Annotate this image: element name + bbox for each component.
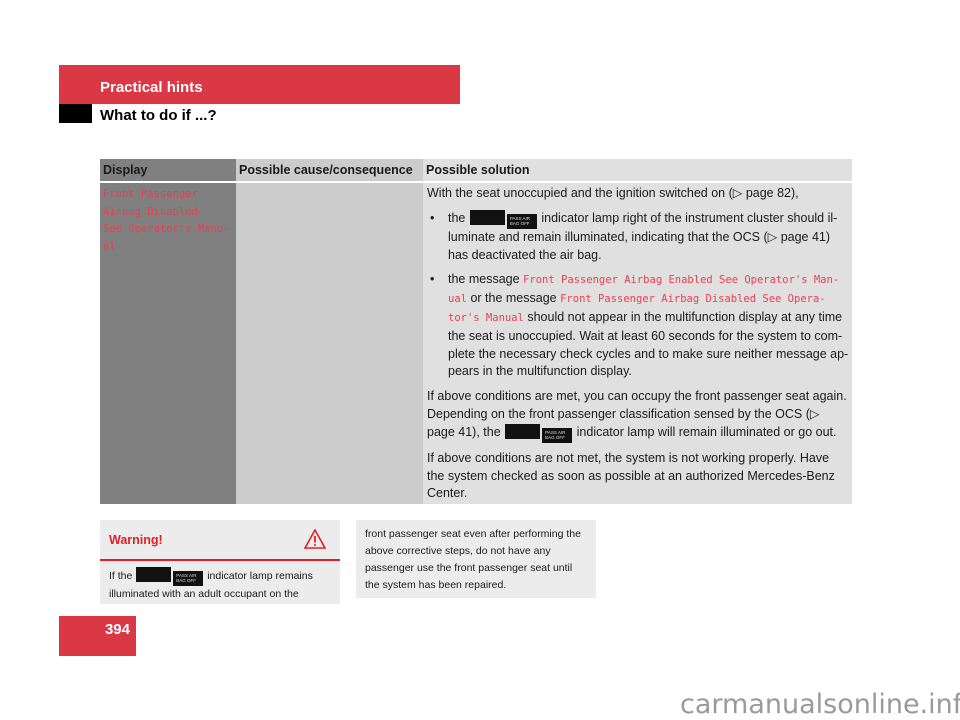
warning-triangle-icon	[303, 528, 327, 554]
page-number-tab: 394	[59, 616, 136, 656]
warning-text: If the PASS AIR BAG OFF indicator lamp r…	[100, 561, 340, 603]
pass-airbag-off-icon: PASS AIR BAG OFF	[173, 571, 204, 586]
warning-header: Warning!	[100, 520, 340, 561]
cause-cell	[236, 183, 423, 504]
solution-cell: With the seat unoccupied and the ignitio…	[423, 183, 852, 504]
subsection-title: What to do if ...?	[100, 107, 217, 124]
watermark: carmanualsonline.info	[680, 689, 960, 720]
subsection-marker	[59, 104, 92, 123]
display-line: al	[103, 240, 116, 253]
warning-continued: front passenger seat even after performi…	[356, 520, 596, 598]
warning-title: Warning!	[109, 533, 163, 547]
section-title: Practical hints	[100, 79, 203, 96]
column-header-solution: Possible solution	[423, 159, 852, 181]
airbag-occupant-icon	[469, 209, 505, 225]
airbag-occupant-icon	[136, 567, 172, 582]
column-header-cause: Possible cause/consequence	[236, 159, 423, 181]
table-header: Display Possible cause/consequence Possi…	[100, 159, 852, 183]
troubleshooting-table: Display Possible cause/consequence Possi…	[100, 159, 852, 504]
table-row: Front Passenger Airbag Disabled See Oper…	[100, 183, 852, 504]
display-line: Airbag Disabled	[103, 205, 198, 218]
warning-box: Warning! If the PASS AIR BAG OFF indicat…	[100, 520, 340, 604]
bullet-icon: •	[430, 210, 435, 225]
pass-airbag-off-icon: PASS AIR BAG OFF	[506, 213, 537, 229]
display-line: See Operator's Manu-	[103, 223, 230, 235]
bullet-icon: •	[430, 272, 435, 287]
solution-paragraph: If above conditions are met, you can occ…	[427, 388, 849, 443]
column-header-display: Display	[100, 159, 236, 181]
solution-intro: With the seat unoccupied and the ignitio…	[427, 186, 799, 200]
page-number: 394	[104, 621, 130, 638]
solution-bullet: • the PASS AIR BAG OFF indicator lamp ri…	[430, 209, 838, 262]
display-line: Front Passenger	[103, 188, 198, 200]
pass-airbag-off-icon: PASS AIR BAG OFF	[542, 427, 573, 443]
display-cell: Front Passenger Airbag Disabled See Oper…	[100, 183, 236, 504]
airbag-occupant-icon	[505, 423, 541, 439]
solution-bullet: • the message Front Passenger Airbag Ena…	[430, 272, 849, 379]
solution-paragraph: If above conditions are not met, the sys…	[427, 450, 835, 501]
